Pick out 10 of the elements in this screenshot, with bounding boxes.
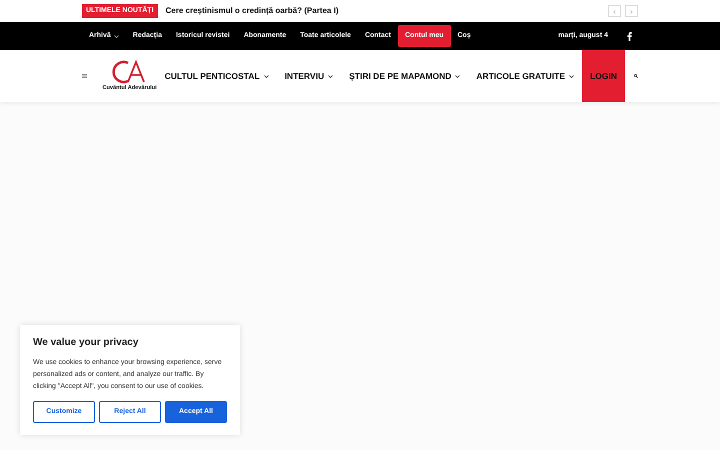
news-headline[interactable]: Cere creștinismul o credință oarbă? (Partea I) xyxy=(166,5,338,17)
cookie-title: We value your privacy xyxy=(33,336,140,350)
search-icon[interactable] xyxy=(634,72,638,80)
main-menu-item[interactable]: ȘTIRI DE PE MAPAMOND xyxy=(341,70,468,82)
main-menu-item[interactable]: ARTICOLE GRATUITE xyxy=(468,70,582,82)
login-button[interactable]: LOGIN xyxy=(582,50,626,102)
main-menu-item[interactable]: INTERVIU xyxy=(276,70,342,82)
menu-icon[interactable] xyxy=(82,72,88,80)
main-menu-item[interactable]: CULTUL PENTICOSTAL xyxy=(156,70,277,82)
facebook-icon[interactable] xyxy=(627,32,632,40)
